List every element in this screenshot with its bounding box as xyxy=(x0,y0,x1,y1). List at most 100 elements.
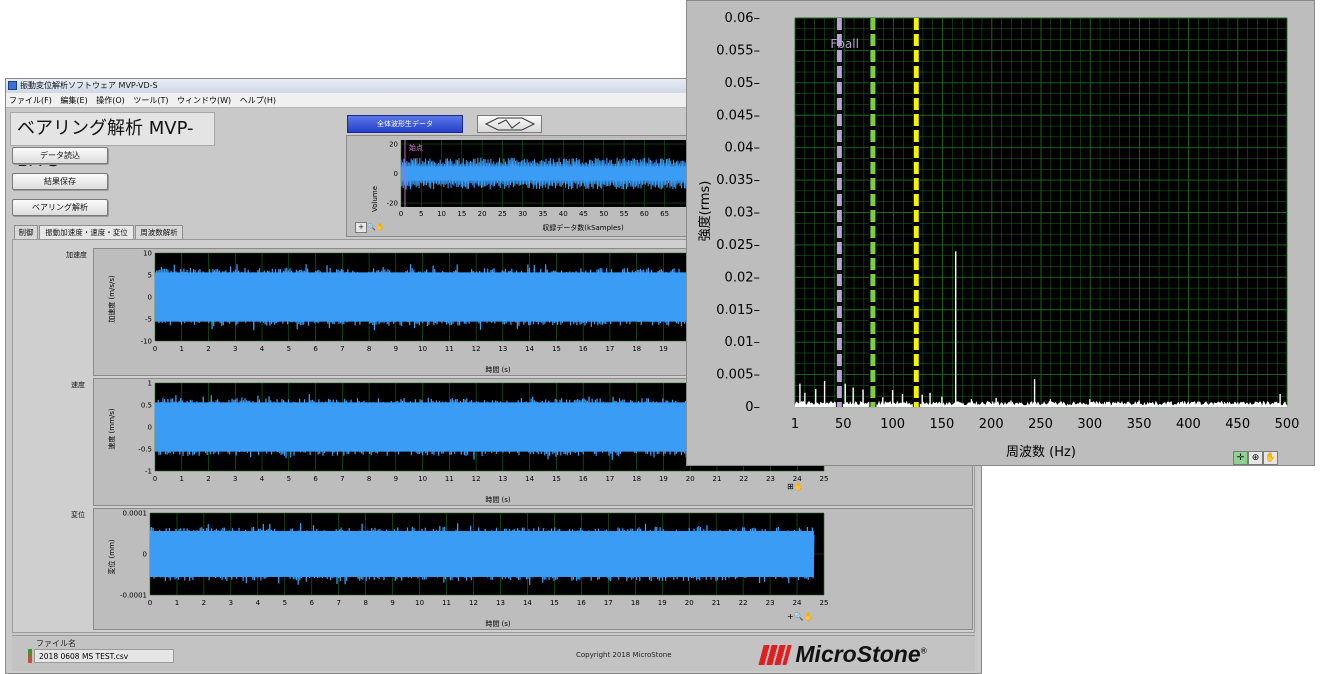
cursor-icon[interactable]: + xyxy=(355,222,367,233)
menu-operate[interactable]: 操作(O) xyxy=(96,96,125,105)
spectrum-chart[interactable]: 強度(rms) 周波数 (Hz) 1 50 100 150 200 250 300 350 40… xyxy=(687,1,1314,465)
raw-waveform-button[interactable]: 全体波形生データ xyxy=(347,115,463,133)
displacement-x-tick: 2 xyxy=(202,599,206,607)
displacement-graph-tools[interactable]: +🔍✋ xyxy=(787,612,814,621)
displacement-x-tick: 5 xyxy=(283,599,287,607)
pan-hand-icon[interactable]: ✋ xyxy=(804,612,814,621)
velocity-x-tick: 2 xyxy=(206,475,210,483)
pan-hand-icon[interactable]: ✋ xyxy=(1263,451,1278,465)
zoom-icon[interactable]: 🔍 xyxy=(794,612,804,621)
velocity-ylabel: 速度 (mm/s) xyxy=(107,408,116,450)
accel-x-tick: 1 xyxy=(180,345,184,353)
velocity-x-tick: 21 xyxy=(712,475,721,483)
menu-file[interactable]: ファイル(F) xyxy=(9,96,52,105)
logo-mark-icon xyxy=(758,645,792,665)
displacement-x-tick: 10 xyxy=(415,599,424,607)
velocity-x-tick: 4 xyxy=(260,475,265,483)
overview-ylabel: Volume xyxy=(371,186,379,212)
spectrum-y-tick: 0.035– xyxy=(716,173,760,188)
overview-chart-panel: Volume 収録データ数(kSamples) 0 5 10 15 20 25 30 35 40… xyxy=(346,135,692,238)
spectrum-xlabel: 周波数 (Hz) xyxy=(1006,445,1076,460)
accel-x-tick: 17 xyxy=(605,345,614,353)
overview-y-tick: 0 xyxy=(394,170,398,178)
displacement-label: 変位 xyxy=(71,511,85,519)
velocity-x-tick: 23 xyxy=(766,475,775,483)
accel-x-tick: 15 xyxy=(552,345,561,353)
cursor-icon[interactable]: + xyxy=(787,612,794,621)
spectrum-x-tick: 450 xyxy=(1225,417,1250,432)
menu-edit[interactable]: 編集(E) xyxy=(60,96,87,105)
displacement-x-tick: 4 xyxy=(256,599,261,607)
velocity-x-tick: 8 xyxy=(367,475,371,483)
accel-x-tick: 16 xyxy=(579,345,588,353)
file-path-field[interactable]: 2018 0608 MS TEST.csv xyxy=(34,649,174,663)
menu-window[interactable]: ウィンドウ(W) xyxy=(177,96,231,105)
velocity-x-tick: 7 xyxy=(340,475,344,483)
displacement-x-tick: 22 xyxy=(739,599,748,607)
spectrum-y-tick: 0.055– xyxy=(716,43,760,58)
accel-x-tick: 19 xyxy=(659,345,668,353)
save-results-button[interactable]: 結果保存 xyxy=(12,173,108,190)
velocity-x-tick: 0 xyxy=(153,475,157,483)
spectrum-x-tick: 50 xyxy=(835,417,852,432)
menu-tools[interactable]: ツール(T) xyxy=(133,96,168,105)
displacement-x-tick: 25 xyxy=(820,599,829,607)
bearing-analysis-button[interactable]: ベアリング解析 xyxy=(12,199,108,216)
velocity-x-tick: 11 xyxy=(445,475,454,483)
spectrum-y-tick: 0.025– xyxy=(716,238,760,253)
menu-help[interactable]: ヘルプ(H) xyxy=(240,96,276,105)
displacement-y-tick: -0.0001 xyxy=(120,592,147,600)
overview-x-tick: 25 xyxy=(498,210,507,218)
velocity-x-tick: 16 xyxy=(579,475,588,483)
displacement-xlabel: 時間 (s) xyxy=(485,620,511,628)
spectrum-y-tick: 0.005– xyxy=(716,368,760,383)
displacement-x-tick: 15 xyxy=(550,599,559,607)
file-name-label: ファイル名 xyxy=(36,639,76,648)
velocity-x-tick: 14 xyxy=(525,475,534,483)
spectrum-x-tick: 150 xyxy=(929,417,954,432)
displacement-x-tick: 21 xyxy=(712,599,721,607)
accel-x-tick: 13 xyxy=(498,345,507,353)
pan-hand-icon[interactable]: ✋ xyxy=(794,482,804,491)
overview-graph-tools: + 🔍✋ xyxy=(355,222,395,235)
overview-chart[interactable]: Volume 収録データ数(kSamples) 0 5 10 15 20 25 30 35 40… xyxy=(347,136,692,238)
velocity-x-tick: 10 xyxy=(418,475,427,483)
cursor-icon[interactable]: ⊞ xyxy=(787,482,794,491)
pan-hand-icon[interactable]: ✋ xyxy=(376,223,385,231)
zoom-icon[interactable]: ⊕ xyxy=(1248,451,1263,465)
spectrum-y-tick: 0.01– xyxy=(725,335,760,350)
window-title: 振動変位解析ソフトウェア MVP-VD-S xyxy=(20,81,158,90)
spectrum-y-tick: 0.03– xyxy=(725,206,760,221)
accel-x-tick: 11 xyxy=(445,345,454,353)
overview-start-label: 始点 xyxy=(409,143,423,152)
tab-control[interactable]: 制御 xyxy=(14,225,38,239)
accel-x-tick: 18 xyxy=(632,345,641,353)
zoom-icon[interactable]: 🔍 xyxy=(367,223,376,231)
tab-vibration[interactable]: 振動加速度・速度・変位 xyxy=(39,225,134,239)
cursor-icon[interactable]: ✛ xyxy=(1233,451,1248,465)
waveform-icon xyxy=(484,117,536,131)
spectrum-y-tick: 0.05– xyxy=(725,76,760,91)
displacement-x-tick: 13 xyxy=(496,599,505,607)
spectrum-x-tick: 250 xyxy=(1028,417,1053,432)
spectrum-ylabel: 強度(rms) xyxy=(697,181,713,242)
velocity-x-tick: 15 xyxy=(552,475,561,483)
displacement-chart[interactable]: 変位 (mm) 時間 (s) 0 1 2 3 4 5 6 7 8 9 10 11 12 13 14 15 16 1… xyxy=(94,509,974,631)
displacement-x-tick: 17 xyxy=(604,599,613,607)
tab-frequency[interactable]: 周波数解析 xyxy=(135,225,183,239)
load-data-button[interactable]: データ読込 xyxy=(12,147,108,164)
accel-x-tick: 14 xyxy=(525,345,534,353)
displacement-x-tick: 14 xyxy=(523,599,532,607)
accel-x-tick: 12 xyxy=(472,345,481,353)
velocity-y-tick: 0.5 xyxy=(141,402,152,410)
waveform-view-button[interactable] xyxy=(477,115,542,133)
overview-y-tick: 20 xyxy=(389,141,398,149)
displacement-x-tick: 7 xyxy=(336,599,340,607)
displacement-y-tick: 0.0001 xyxy=(123,510,148,518)
spectrum-x-tick: 300 xyxy=(1077,417,1102,432)
accel-x-tick: 5 xyxy=(287,345,291,353)
velocity-x-tick: 19 xyxy=(659,475,668,483)
displacement-chart-panel: 変位 (mm) 時間 (s) 0 1 2 3 4 5 6 7 8 9 10 11 12 13 14 15 16 1… xyxy=(93,508,973,630)
accel-graph-tools[interactable]: ⊞✋ xyxy=(787,482,804,491)
spectrum-x-tick: 1 xyxy=(791,417,799,432)
